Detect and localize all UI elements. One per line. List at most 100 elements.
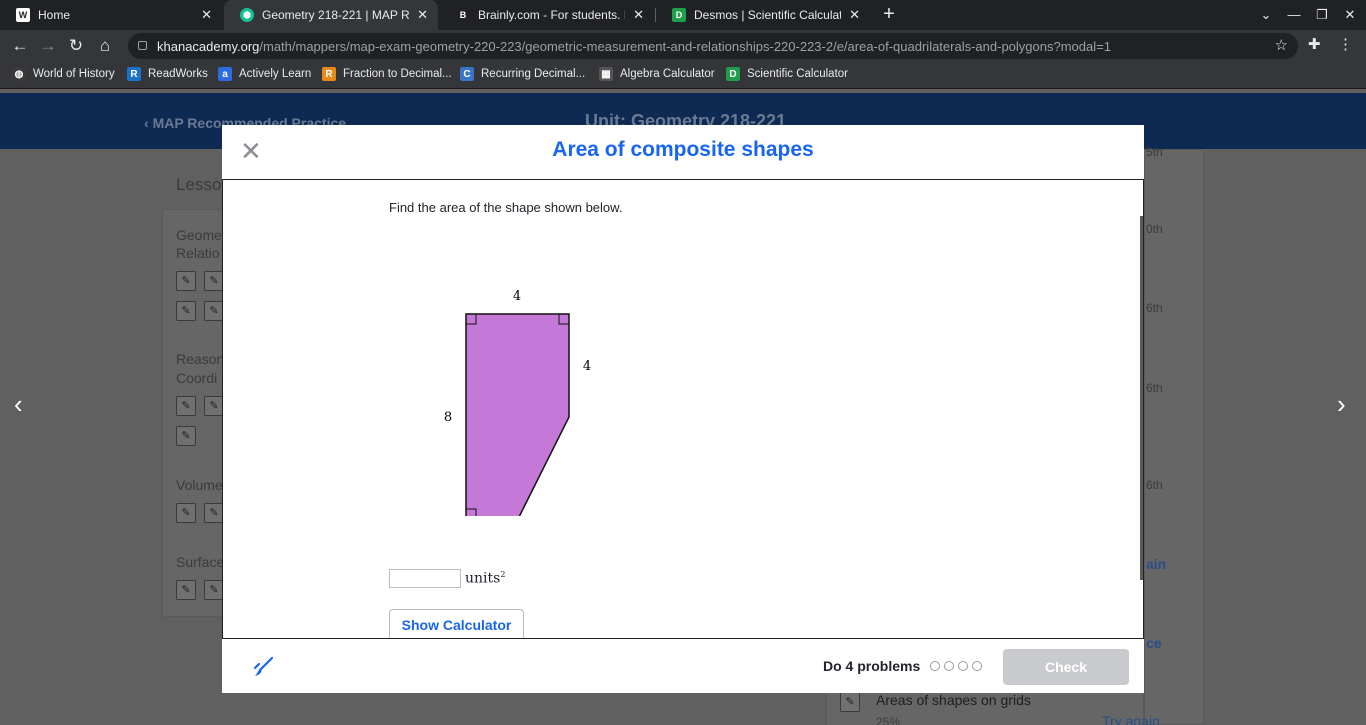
lock-icon [138,41,147,50]
tab-strip: W Home ✕ ⬢ Geometry 218-221 | MAP Recom … [0,0,1366,30]
close-tab-icon[interactable]: ✕ [417,7,428,23]
bookmark-world-of-history[interactable]: ◍ World of History [12,67,115,81]
readworks-icon: R [127,67,141,81]
scratchpad-pencil-icon[interactable] [252,655,276,679]
tab-title: Brainly.com - For students. By st [478,8,625,22]
units-exponent: 2 [500,570,506,580]
exercise-pencil-icon[interactable]: ✎ [176,396,196,416]
close-window-icon[interactable]: ✕ [1336,0,1364,30]
lessons-heading: Lesso [176,175,222,194]
bookmark-scientific-calculator[interactable]: D Scientific Calculator [726,67,848,81]
exercise-modal: ✕ Area of composite shapes Find the area… [222,125,1144,693]
bookmark-label: Scientific Calculator [747,68,848,80]
forward-arrow-icon[interactable]: → [36,34,60,58]
bookmark-star-icon[interactable]: ☆ [1275,36,1288,54]
modal-body: Find the area of the shape shown below. … [222,180,1144,639]
modal-title: Area of composite shapes [552,138,814,161]
left-side-label: 8 [444,410,452,425]
exercise-pencil-icon[interactable]: ✎ [176,271,196,291]
lesson-title[interactable]: Reason [176,351,224,367]
exercise-pencil-icon[interactable]: ✎ [204,503,224,523]
restore-icon[interactable]: ❐ [1308,0,1336,30]
bookmark-label: World of History [33,68,115,80]
exercise-pencil-icon[interactable]: ✎ [176,503,196,523]
bookmark-fraction-to-decimal[interactable]: R Fraction to Decimal... [322,67,452,81]
due-date-label: 6th [1146,381,1163,395]
exercise-pencil-icon[interactable]: ✎ [204,580,224,600]
tab-geometry[interactable]: ⬢ Geometry 218-221 | MAP Recom ✕ [224,0,438,30]
show-calculator-button[interactable]: Show Calculator [389,609,524,638]
top-side-label: 4 [513,289,521,304]
area-answer-input[interactable] [389,569,461,588]
exercise-pencil-icon[interactable]: ✎ [204,396,224,416]
bookmark-actively-learn[interactable]: a Actively Learn [218,67,311,81]
bookmark-label: ReadWorks [148,68,208,80]
lesson-title[interactable]: Coordi [176,370,217,386]
exercise-pencil-icon[interactable]: ✎ [176,426,196,446]
lesson-title[interactable]: Volume [176,477,223,493]
bookmark-label: Recurring Decimal... [481,68,586,80]
bookmark-recurring-decimal[interactable]: C Recurring Decimal... [460,67,585,81]
lesson-title[interactable]: Relatio [176,245,220,261]
do-problems-label: Do 4 problems [823,658,921,674]
skill-title[interactable]: Areas of shapes on grids [876,692,1031,708]
lesson-title[interactable]: Surface [176,554,224,570]
home-icon[interactable]: ⌂ [93,34,117,58]
extensions-puzzle-icon[interactable]: ✚ [1308,35,1321,53]
tab-home[interactable]: W Home ✕ [0,0,222,30]
progress-dot [958,661,968,671]
tab-title: Home [38,8,71,22]
modal-footer: Do 4 problems Check [222,639,1144,693]
previous-arrow-icon[interactable]: ‹ [14,389,23,420]
skill-percent: 25% [876,715,901,725]
recurring-decimal-icon: C [460,67,474,81]
units-text: units [465,570,501,587]
calculator-icon: ▦ [599,67,613,81]
close-tab-icon[interactable]: ✕ [633,7,644,23]
bookmark-label: Algebra Calculator [620,68,715,80]
khan-academy-favicon-icon: ⬢ [240,8,254,22]
back-arrow-icon[interactable]: ← [8,34,32,58]
units-label: units2 [465,570,505,587]
trapezoid-shape [465,313,570,516]
try-again-link[interactable]: Try again [1102,713,1160,725]
exercise-pencil-icon[interactable]: ✎ [204,271,224,291]
bookmark-label: Actively Learn [239,68,312,80]
exercise-pencil-icon[interactable]: ✎ [204,301,224,321]
tab-title: Desmos | Scientific Calculator [694,8,842,22]
right-side-label: 4 [583,359,591,374]
tab-desmos[interactable]: D Desmos | Scientific Calculator ✕ [656,0,870,30]
bookmark-readworks[interactable]: R ReadWorks [127,67,208,81]
due-date-label: 6th [1146,301,1163,315]
reload-icon[interactable]: ↻ [64,34,88,58]
minimize-icon[interactable]: — [1280,0,1308,30]
modal-header: ✕ Area of composite shapes [222,125,1144,180]
bookmark-algebra-calculator[interactable]: ▦ Algebra Calculator [599,67,715,81]
check-button[interactable]: Check [1003,649,1129,685]
progress-dot [930,661,940,671]
url-host: khanacademy.org [157,39,260,54]
scrollbar[interactable] [1140,216,1143,580]
problem-progress-dots [930,661,986,671]
exercise-pencil-icon[interactable]: ✎ [840,692,860,712]
desmos-icon: D [726,67,740,81]
browser-menu-icon[interactable]: ⋮ [1338,35,1353,53]
next-arrow-icon[interactable]: › [1337,389,1346,420]
tab-brainly[interactable]: B Brainly.com - For students. By st ✕ [440,0,654,30]
url-text: khanacademy.org/math/mappers/map-exam-ge… [157,39,1111,54]
exercise-pencil-icon[interactable]: ✎ [176,301,196,321]
close-tab-icon[interactable]: ✕ [201,7,212,23]
try-again-link[interactable]: ain [1146,556,1166,572]
close-tab-icon[interactable]: ✕ [849,7,860,23]
composite-shape-figure: 4 4 8 2 [444,289,591,516]
browser-toolbar: ← → ↻ ⌂ khanacademy.org/math/mappers/map… [0,30,1366,62]
practice-link[interactable]: ce [1146,635,1162,651]
lesson-title[interactable]: Geome [176,227,222,243]
brainly-favicon-icon: B [456,8,470,22]
address-bar[interactable]: khanacademy.org/math/mappers/map-exam-ge… [128,33,1298,59]
fraction-icon: R [322,67,336,81]
profile-menu-icon[interactable]: ⌄ [1252,0,1280,30]
exercise-pencil-icon[interactable]: ✎ [176,580,196,600]
new-tab-button[interactable]: + [878,3,900,25]
actively-learn-icon: a [218,67,232,81]
